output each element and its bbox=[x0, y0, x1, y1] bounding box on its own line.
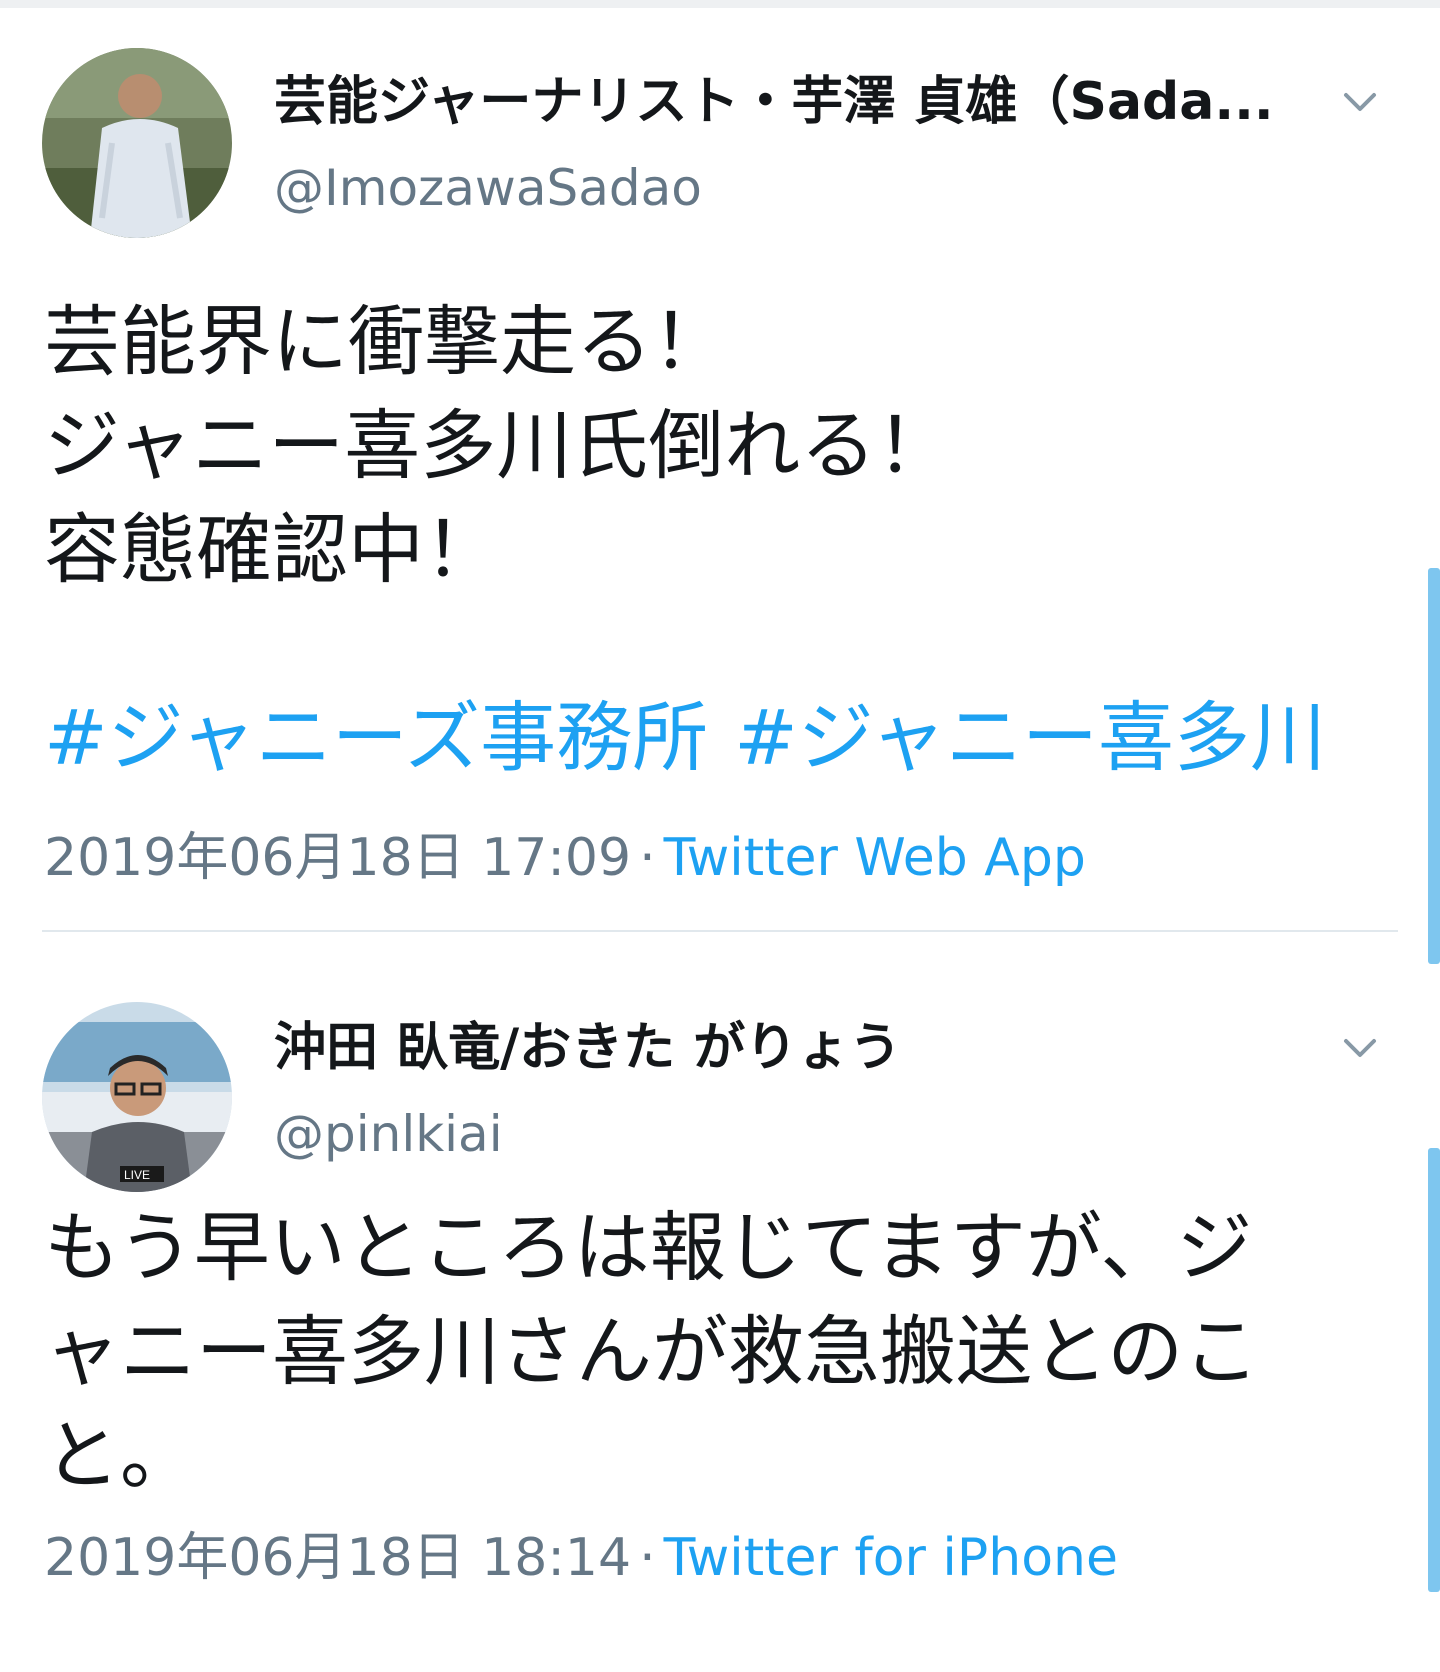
avatar[interactable]: LIVE bbox=[42, 1002, 232, 1192]
chevron-down-icon[interactable] bbox=[1338, 80, 1382, 124]
tweet-meta: 2019年06月18日 18:14 · Twitter for iPhone bbox=[44, 1526, 1118, 1590]
tweet-text: 芸能界に衝撃走る！ ジャニー喜多川氏倒れる！ 容態確認中！ bbox=[44, 290, 1404, 602]
tweet-text: もう早いところは報じてますが、ジ ャニー喜多川さんが救急搬送とのこ と。 bbox=[44, 1196, 1404, 1508]
tweet-text-line: ジャニー喜多川氏倒れる！ bbox=[44, 401, 953, 490]
user-handle[interactable]: @ImozawaSadao bbox=[274, 158, 702, 218]
timestamp[interactable]: 2019年06月18日 18:14 bbox=[44, 1528, 631, 1588]
user-handle[interactable]: @pinlkiai bbox=[274, 1104, 503, 1164]
tweet-thread: 芸能ジャーナリスト・芋澤 貞雄（Sada... @ImozawaSadao 芸能… bbox=[0, 0, 1440, 1672]
source-link[interactable]: Twitter for iPhone bbox=[664, 1528, 1118, 1588]
chevron-down-icon[interactable] bbox=[1338, 1026, 1382, 1070]
timestamp[interactable]: 2019年06月18日 17:09 bbox=[44, 828, 631, 888]
tweet-text-line: 芸能界に衝撃走る！ bbox=[44, 297, 728, 386]
tweet-meta: 2019年06月18日 17:09 · Twitter Web App bbox=[44, 826, 1086, 890]
top-divider bbox=[0, 0, 1440, 8]
avatar-photo bbox=[42, 48, 232, 238]
hashtag-link[interactable]: #ジャニーズ事務所 bbox=[44, 693, 708, 782]
avatar-live-label: LIVE bbox=[124, 1168, 150, 1182]
source-link[interactable]: Twitter Web App bbox=[664, 828, 1086, 888]
meta-separator: · bbox=[639, 1528, 656, 1588]
hashtag-row: #ジャニーズ事務所 #ジャニー喜多川 bbox=[44, 688, 1352, 788]
scrollbar-thumb[interactable] bbox=[1428, 1148, 1440, 1592]
tweet-text-line: 容態確認中！ bbox=[44, 505, 500, 594]
display-name[interactable]: 芸能ジャーナリスト・芋澤 貞雄（Sada... bbox=[274, 70, 1314, 134]
tweet-card[interactable]: LIVE 沖田 臥竜/おきた がりょう @pinlkiai もう早いところは報じ… bbox=[0, 964, 1440, 1672]
tweet-card[interactable]: 芸能ジャーナリスト・芋澤 貞雄（Sada... @ImozawaSadao 芸能… bbox=[0, 8, 1440, 964]
tweet-text-line: もう早いところは報じてますが、ジ bbox=[44, 1203, 1253, 1292]
display-name[interactable]: 沖田 臥竜/おきた がりょう bbox=[274, 1016, 1314, 1080]
avatar-photo: LIVE bbox=[42, 1002, 232, 1192]
meta-separator: · bbox=[639, 828, 656, 888]
avatar[interactable] bbox=[42, 48, 232, 238]
tweet-text-line: と。 bbox=[44, 1411, 196, 1500]
tweet-divider bbox=[42, 930, 1398, 932]
scrollbar-thumb[interactable] bbox=[1428, 568, 1440, 964]
tweet-text-line: ャニー喜多川さんが救急搬送とのこ bbox=[44, 1307, 1260, 1396]
hashtag-link[interactable]: #ジャニー喜多川 bbox=[734, 693, 1326, 782]
